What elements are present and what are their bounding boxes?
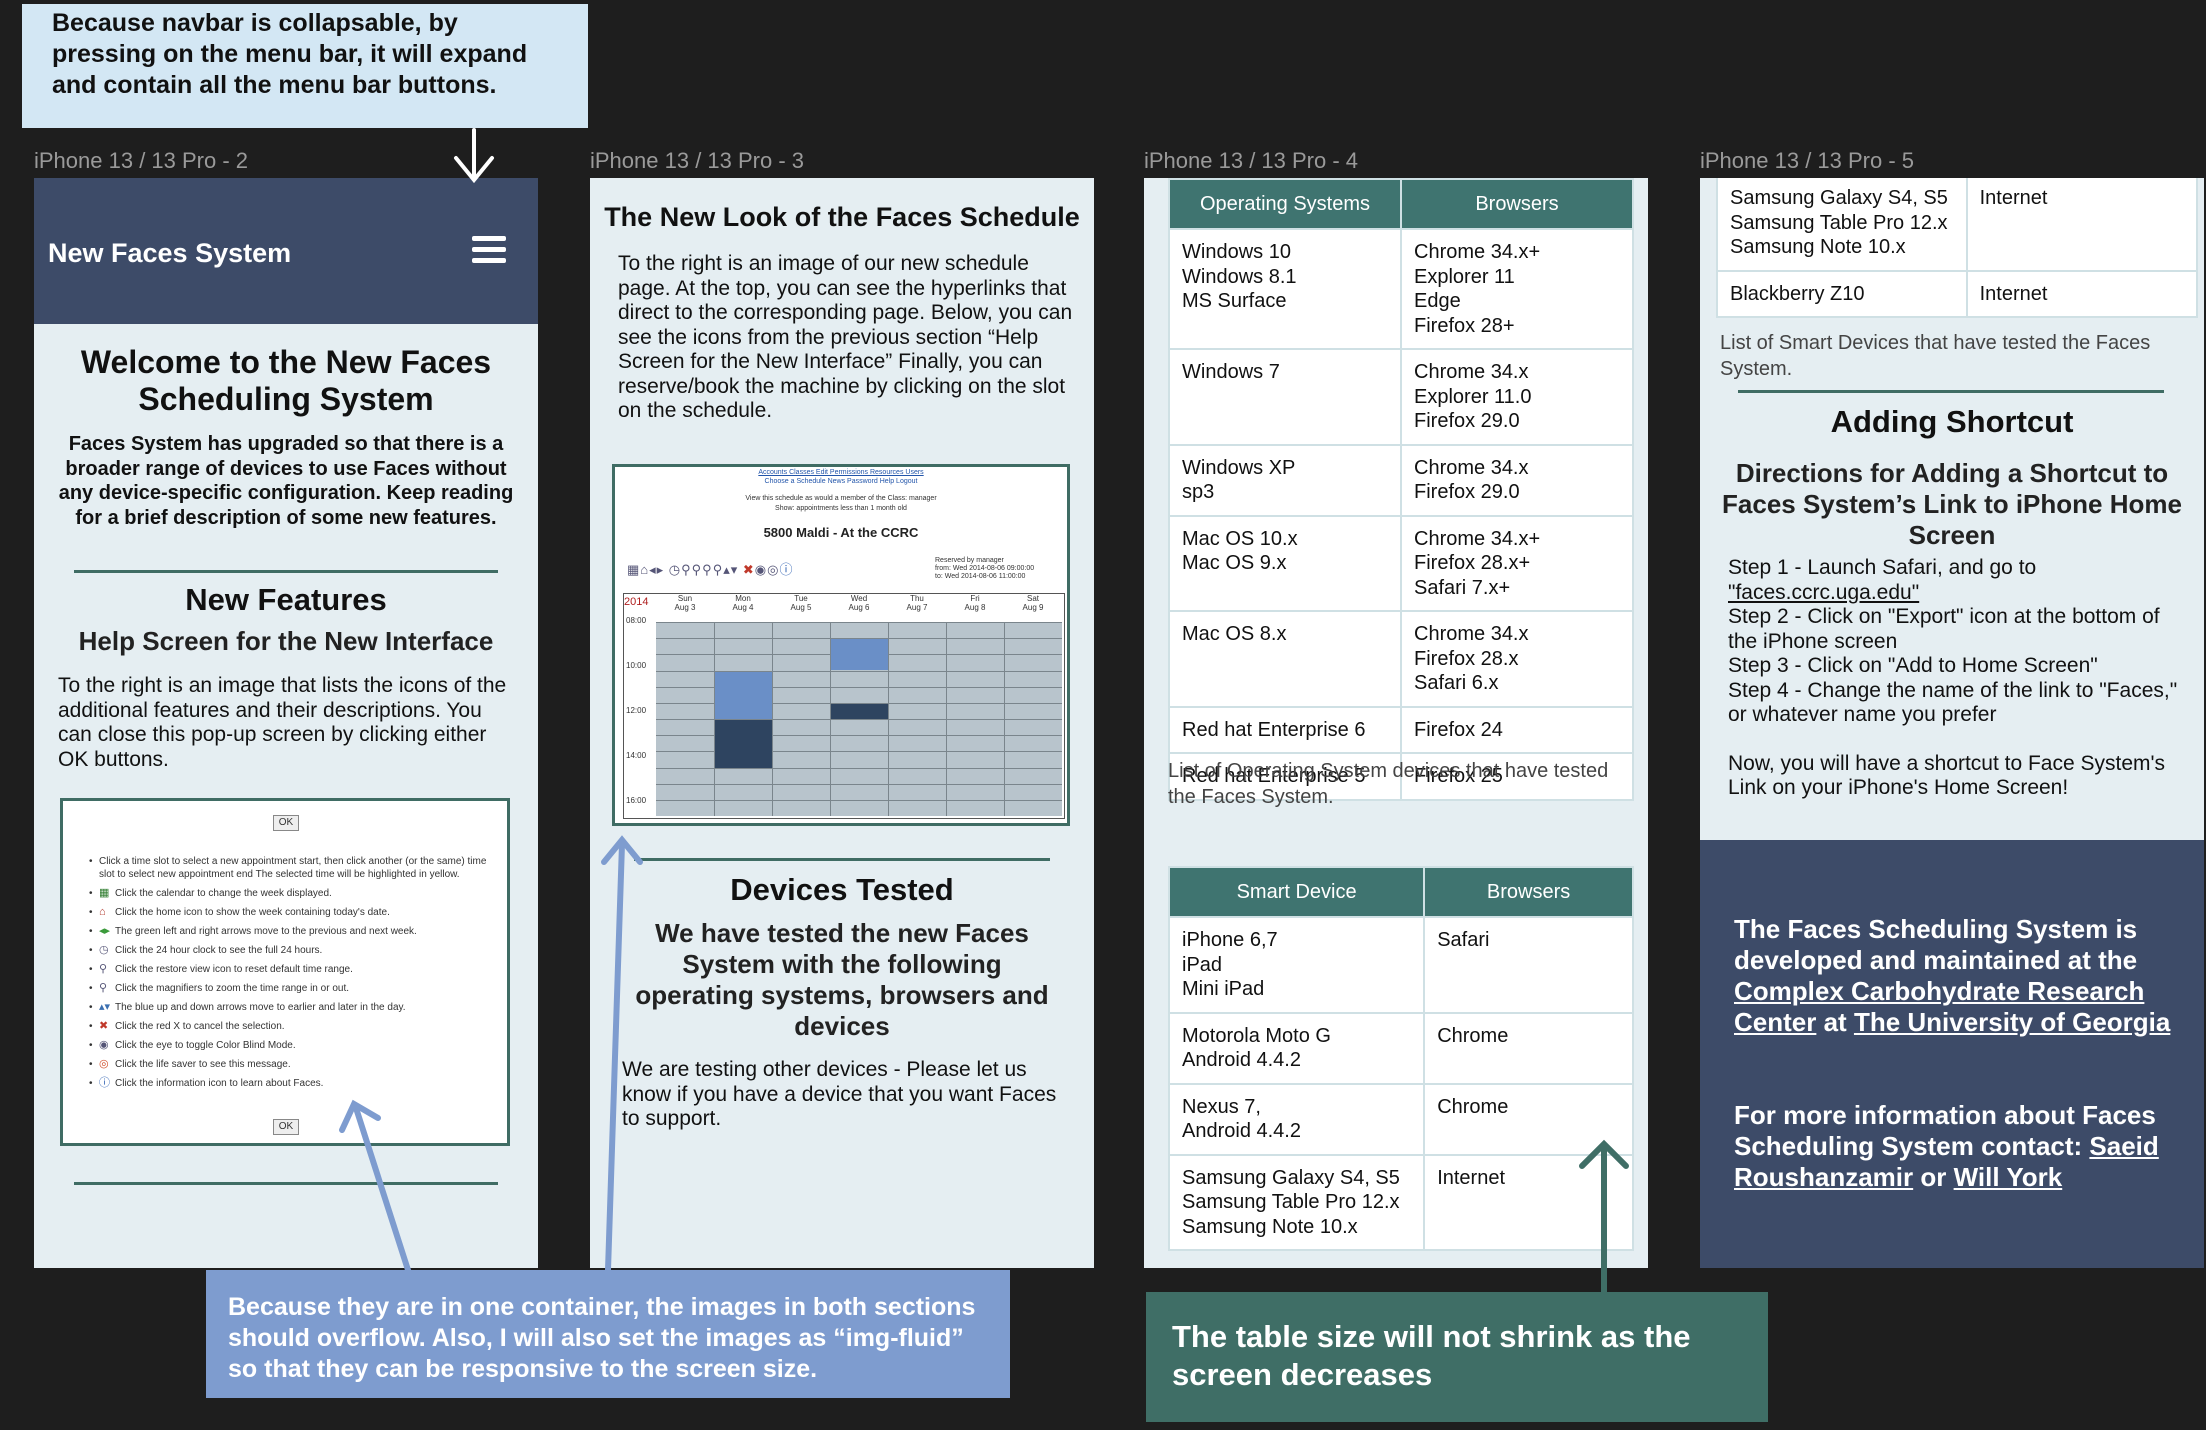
arrow-image-right-icon	[601, 835, 643, 1273]
arrow-table-icon	[1579, 1139, 1629, 1295]
arrow-navbar-icon	[454, 128, 494, 184]
annotation-arrows	[339, 128, 1629, 1295]
arrow-image-left-icon	[339, 1099, 411, 1273]
